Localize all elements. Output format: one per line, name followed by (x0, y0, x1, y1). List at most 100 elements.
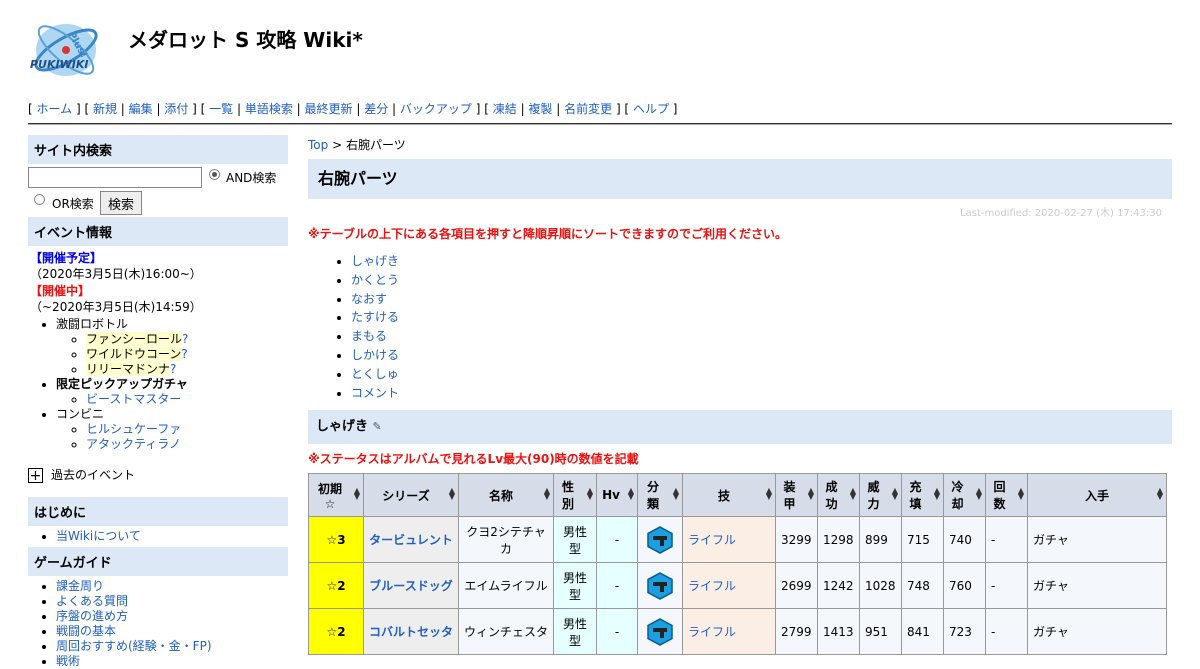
th-skill[interactable]: 技 ▲ ▼ (682, 473, 776, 518)
guide-link[interactable]: 周回おすすめ(経験・金・FP) (56, 639, 212, 653)
th-power[interactable]: 威力 ▲ ▼ (859, 473, 902, 518)
pukiwiki-logo[interactable]: Plus! PUKIWIKI (28, 12, 104, 88)
header-divider (28, 123, 1172, 125)
event-child[interactable]: ワイルドウコーン? (86, 347, 288, 362)
past-events-toggle[interactable]: + 過去のイベント (28, 466, 288, 483)
th-success[interactable]: 成功 ▲ ▼ (817, 473, 860, 518)
cell-success: 1413 (817, 608, 860, 656)
skill-link[interactable]: ライフル (688, 625, 736, 639)
or-search-radio[interactable] (34, 194, 45, 205)
nav-backup[interactable]: バックアップ (400, 102, 472, 116)
table-row: ☆2 コバルトセッタ ウィンチェスタ 男性型 - ライフル 2799 1413 … (308, 608, 1167, 656)
sort-icon[interactable]: ▲ ▼ (449, 487, 455, 501)
and-search-label: AND検索 (226, 171, 277, 185)
sort-icon[interactable]: ▲ ▼ (892, 487, 898, 501)
create-page-link[interactable]: ? (182, 332, 188, 346)
search-input[interactable] (28, 167, 202, 188)
cell-cool: 723 (943, 608, 986, 656)
cell-series: タービュレント (363, 516, 459, 564)
cell-charge: 841 (901, 608, 944, 656)
nav-diff[interactable]: 差分 (364, 102, 388, 116)
site-title[interactable]: メダロット S 攻略 Wiki* (128, 24, 363, 53)
toc-link[interactable]: コメント (351, 386, 399, 400)
guide-list: 課金周り よくある質問 序盤の進め方 戦闘の基本 周回おすすめ(経験・金・FP)… (28, 579, 288, 669)
th-label: 成功 (825, 480, 838, 512)
create-page-link[interactable]: ? (181, 347, 187, 361)
nav-rename[interactable]: 名前変更 (564, 102, 612, 116)
sort-icon[interactable]: ▲ ▼ (850, 487, 856, 501)
cell-rarity: ☆2 (308, 562, 364, 610)
breadcrumb-top[interactable]: Top (308, 138, 328, 152)
sort-icon[interactable]: ▲ ▼ (976, 487, 982, 501)
toc-link[interactable]: たすける (351, 310, 399, 324)
sort-icon[interactable]: ▲ ▼ (628, 487, 634, 501)
toc-link[interactable]: なおす (351, 292, 387, 306)
event-child[interactable]: ファンシーロール? (86, 332, 288, 347)
cell-gender: 男性型 (553, 562, 597, 610)
sort-icon[interactable]: ▲ ▼ (808, 487, 814, 501)
event-child[interactable]: リリーマドンナ? (86, 362, 288, 377)
th-obtain[interactable]: 入手 ▲ ▼ (1027, 473, 1167, 518)
expand-plus-icon[interactable]: + (28, 468, 43, 483)
series-link[interactable]: ブルースドッグ (369, 579, 452, 593)
event-child-label[interactable]: ワイルドウコーン (86, 347, 182, 361)
series-link[interactable]: タービュレント (369, 533, 453, 547)
th-label: 回数 (993, 480, 1006, 512)
nav-attach[interactable]: 添付 (164, 102, 188, 116)
guide-link[interactable]: 戦術 (56, 654, 80, 668)
nav-list[interactable]: 一覧 (209, 102, 233, 116)
search-heading: サイト内検索 (28, 135, 288, 164)
event-child-label[interactable]: リリーマドンナ (86, 362, 171, 376)
th-armor[interactable]: 装甲 ▲ ▼ (775, 473, 818, 518)
toc-link[interactable]: しゃげき (351, 254, 399, 268)
series-link[interactable]: コバルトセッタ (369, 625, 453, 639)
site-header: Plus! PUKIWIKI メダロット S 攻略 Wiki* (28, 10, 1172, 90)
sort-icon[interactable]: ▲ ▼ (1157, 487, 1163, 501)
nav-copy[interactable]: 複製 (528, 102, 552, 116)
sort-icon[interactable]: ▲ ▼ (354, 487, 360, 501)
toc-link[interactable]: かくとう (351, 273, 399, 287)
event-child-link[interactable]: ビーストマスター (86, 392, 181, 406)
th-count[interactable]: 回数 ▲ ▼ (985, 473, 1028, 518)
nav-search[interactable]: 単語検索 (245, 102, 293, 116)
nav-edit[interactable]: 編集 (129, 102, 153, 116)
sort-icon[interactable]: ▲ ▼ (934, 487, 940, 501)
sort-icon[interactable]: ▲ ▼ (673, 487, 679, 501)
edit-pencil-icon[interactable]: ✎ (373, 420, 382, 433)
th-rarity[interactable]: 初期☆ ▲ ▼ (308, 473, 364, 518)
event-child-label[interactable]: ファンシーロール (86, 332, 183, 346)
guide-link[interactable]: 序盤の進め方 (56, 609, 128, 623)
toc-link[interactable]: とくしゅ (351, 367, 399, 381)
guide-link[interactable]: 課金周り (56, 579, 104, 593)
nav-freeze[interactable]: 凍結 (493, 102, 517, 116)
sort-icon[interactable]: ▲ ▼ (766, 487, 772, 501)
skill-link[interactable]: ライフル (688, 533, 736, 547)
toc-link[interactable]: しかける (351, 348, 399, 362)
th-hv[interactable]: Hv ▲ ▼ (596, 473, 638, 518)
nav-new[interactable]: 新規 (93, 102, 117, 116)
skill-link[interactable]: ライフル (688, 579, 736, 593)
sort-icon[interactable]: ▲ ▼ (1018, 487, 1024, 501)
th-label: Hv (602, 488, 620, 503)
search-button[interactable]: 検索 (100, 191, 143, 215)
th-gender[interactable]: 性別 ▲ ▼ (553, 473, 597, 518)
create-page-link[interactable]: ? (170, 362, 176, 376)
th-type[interactable]: 分類 ▲ ▼ (637, 473, 683, 518)
th-series[interactable]: シリーズ ▲ ▼ (363, 473, 459, 518)
nav-recent[interactable]: 最終更新 (305, 102, 353, 116)
nav-help[interactable]: ヘルプ (633, 102, 669, 116)
th-name[interactable]: 名称 ▲ ▼ (458, 473, 554, 518)
sort-icon[interactable]: ▲ ▼ (544, 487, 550, 501)
event-child-link[interactable]: ヒルシュケーファ (86, 422, 181, 436)
guide-link[interactable]: よくある質問 (56, 594, 128, 608)
ongoing-date: （~2020年3月5日(木)14:59） (30, 300, 202, 314)
th-cool[interactable]: 冷却 ▲ ▼ (943, 473, 986, 518)
and-search-radio[interactable] (209, 169, 220, 180)
nav-home[interactable]: ホーム (37, 102, 73, 116)
guide-link[interactable]: 戦闘の基本 (56, 624, 116, 638)
toc-link[interactable]: まもる (351, 329, 387, 343)
sort-icon[interactable]: ▲ ▼ (587, 487, 593, 501)
intro-link[interactable]: 当Wikiについて (56, 529, 141, 543)
th-charge[interactable]: 充填 ▲ ▼ (901, 473, 944, 518)
event-child-link[interactable]: アタックティラノ (86, 437, 181, 451)
